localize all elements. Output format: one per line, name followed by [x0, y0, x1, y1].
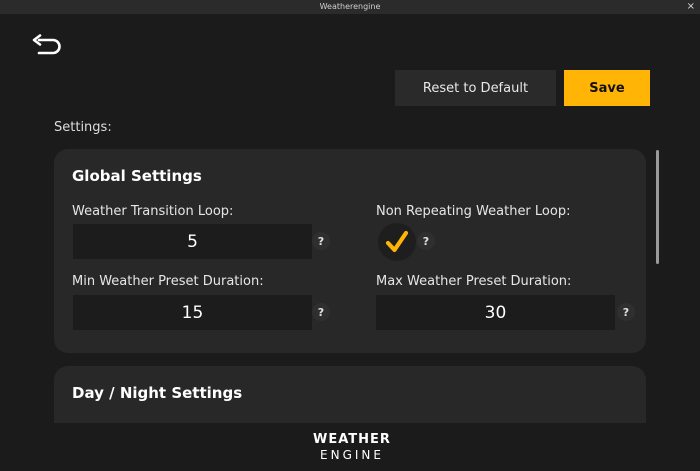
weather-transition-loop-input[interactable]: 5: [73, 224, 312, 259]
help-icon[interactable]: ?: [417, 232, 435, 250]
back-button[interactable]: [30, 34, 64, 60]
checkmark-icon: [385, 230, 409, 253]
close-icon[interactable]: ×: [687, 0, 695, 14]
max-weather-preset-duration-input[interactable]: 30: [376, 295, 615, 330]
min-weather-preset-duration-input[interactable]: 15: [73, 295, 312, 330]
help-icon[interactable]: ?: [617, 303, 635, 321]
day-night-settings-title: Day / Night Settings: [72, 384, 243, 402]
back-arrow-icon: [32, 34, 61, 55]
help-icon[interactable]: ?: [312, 303, 330, 321]
logo-line-1: WEATHER: [313, 432, 391, 447]
save-button[interactable]: Save: [564, 70, 650, 106]
min-weather-preset-duration-label: Min Weather Preset Duration:: [72, 274, 264, 289]
scrollbar-thumb[interactable]: [656, 150, 659, 264]
day-night-settings-card: Day / Night Settings: [54, 366, 646, 423]
settings-scroll-area[interactable]: Global Settings Weather Transition Loop:…: [0, 140, 700, 423]
title-bar: Weatherengine ×: [0, 0, 700, 14]
settings-label: Settings:: [54, 120, 112, 135]
logo-line-2: ENGINE: [320, 448, 384, 462]
help-icon[interactable]: ?: [312, 232, 330, 250]
weather-engine-logo: WEATHER ENGINE: [300, 432, 404, 462]
non-repeating-weather-loop-checkbox[interactable]: [378, 223, 416, 261]
non-repeating-weather-loop-label: Non Repeating Weather Loop:: [376, 204, 571, 219]
weather-transition-loop-label: Weather Transition Loop:: [72, 204, 234, 219]
global-settings-title: Global Settings: [72, 167, 202, 185]
reset-to-default-button[interactable]: Reset to Default: [395, 70, 556, 106]
window-title: Weatherengine: [319, 2, 381, 11]
global-settings-card: Global Settings Weather Transition Loop:…: [54, 149, 646, 353]
max-weather-preset-duration-label: Max Weather Preset Duration:: [376, 274, 572, 289]
